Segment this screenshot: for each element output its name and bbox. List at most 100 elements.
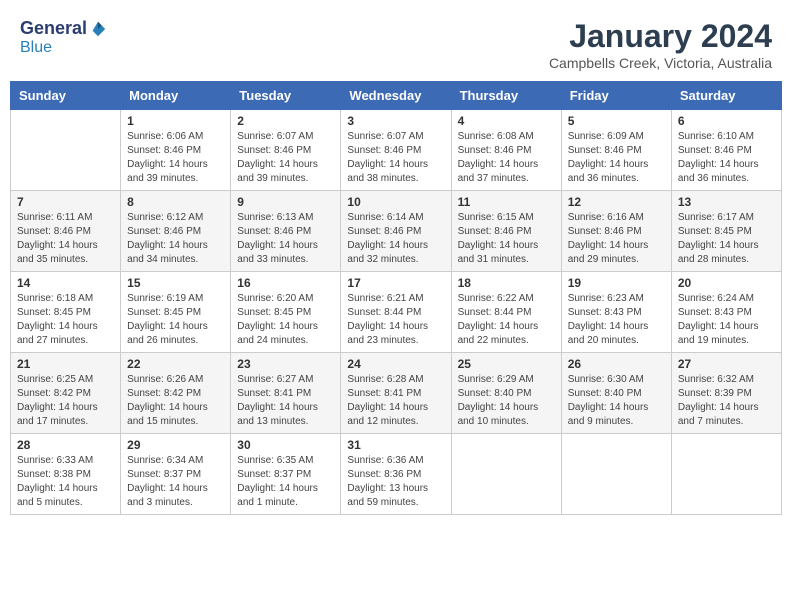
day-number: 10 <box>347 195 444 209</box>
calendar-cell: 12 Sunrise: 6:16 AM Sunset: 8:46 PM Dayli… <box>561 191 671 272</box>
weekday-header: Monday <box>121 82 231 110</box>
day-info: Sunrise: 6:22 AM Sunset: 8:44 PM Dayligh… <box>458 292 555 348</box>
day-number: 8 <box>127 195 224 209</box>
day-info: Sunrise: 6:24 AM Sunset: 8:43 PM Dayligh… <box>678 292 775 348</box>
day-info: Sunrise: 6:25 AM Sunset: 8:42 PM Dayligh… <box>17 373 114 429</box>
weekday-header: Saturday <box>671 82 781 110</box>
calendar-cell <box>671 434 781 515</box>
calendar-week-row: 1 Sunrise: 6:06 AM Sunset: 8:46 PM Daylig… <box>11 110 782 191</box>
day-info: Sunrise: 6:35 AM Sunset: 8:37 PM Dayligh… <box>237 454 334 510</box>
day-number: 3 <box>347 114 444 128</box>
day-number: 18 <box>458 276 555 290</box>
calendar-header-row: SundayMondayTuesdayWednesdayThursdayFrid… <box>11 82 782 110</box>
day-number: 1 <box>127 114 224 128</box>
day-number: 15 <box>127 276 224 290</box>
calendar-cell: 1 Sunrise: 6:06 AM Sunset: 8:46 PM Daylig… <box>121 110 231 191</box>
calendar-cell: 8Sunrise: 6:12 AM Sunset: 8:46 PM Daylig… <box>121 191 231 272</box>
day-number: 21 <box>17 357 114 371</box>
calendar-cell: 31 Sunrise: 6:36 AM Sunset: 8:36 PM Dayli… <box>341 434 451 515</box>
day-info: Sunrise: 6:33 AM Sunset: 8:38 PM Dayligh… <box>17 454 114 510</box>
day-info: Sunrise: 6:30 AM Sunset: 8:40 PM Dayligh… <box>568 373 665 429</box>
calendar-week-row: 21 Sunrise: 6:25 AM Sunset: 8:42 PM Dayli… <box>11 353 782 434</box>
calendar-week-row: 7 Sunrise: 6:11 AM Sunset: 8:46 PM Daylig… <box>11 191 782 272</box>
day-number: 12 <box>568 195 665 209</box>
calendar-cell: 3Sunrise: 6:07 AM Sunset: 8:46 PM Daylig… <box>341 110 451 191</box>
calendar-cell: 22 Sunrise: 6:26 AM Sunset: 8:42 PM Dayli… <box>121 353 231 434</box>
calendar-cell: 16Sunrise: 6:20 AM Sunset: 8:45 PM Dayli… <box>231 272 341 353</box>
day-info: Sunrise: 6:29 AM Sunset: 8:40 PM Dayligh… <box>458 373 555 429</box>
calendar-cell: 10 Sunrise: 6:14 AM Sunset: 8:46 PM Dayli… <box>341 191 451 272</box>
calendar-cell: 30 Sunrise: 6:35 AM Sunset: 8:37 PM Dayli… <box>231 434 341 515</box>
day-info: Sunrise: 6:09 AM Sunset: 8:46 PM Dayligh… <box>568 130 665 186</box>
calendar-cell: 13 Sunrise: 6:17 AM Sunset: 8:45 PM Dayli… <box>671 191 781 272</box>
day-number: 11 <box>458 195 555 209</box>
weekday-header: Tuesday <box>231 82 341 110</box>
day-info: Sunrise: 6:14 AM Sunset: 8:46 PM Dayligh… <box>347 211 444 267</box>
day-number: 24 <box>347 357 444 371</box>
day-number: 5 <box>568 114 665 128</box>
location-text: Campbells Creek, Victoria, Australia <box>549 55 772 71</box>
day-info: Sunrise: 6:26 AM Sunset: 8:42 PM Dayligh… <box>127 373 224 429</box>
day-number: 2 <box>237 114 334 128</box>
day-number: 6 <box>678 114 775 128</box>
calendar-cell: 6 Sunrise: 6:10 AM Sunset: 8:46 PM Daylig… <box>671 110 781 191</box>
day-info: Sunrise: 6:32 AM Sunset: 8:39 PM Dayligh… <box>678 373 775 429</box>
calendar-cell: 15 Sunrise: 6:19 AM Sunset: 8:45 PM Dayli… <box>121 272 231 353</box>
day-number: 13 <box>678 195 775 209</box>
day-info: Sunrise: 6:07 AM Sunset: 8:46 PM Dayligh… <box>237 130 334 186</box>
calendar-cell: 29Sunrise: 6:34 AM Sunset: 8:37 PM Dayli… <box>121 434 231 515</box>
calendar-cell: 14 Sunrise: 6:18 AM Sunset: 8:45 PM Dayli… <box>11 272 121 353</box>
calendar-cell <box>451 434 561 515</box>
day-info: Sunrise: 6:17 AM Sunset: 8:45 PM Dayligh… <box>678 211 775 267</box>
day-info: Sunrise: 6:19 AM Sunset: 8:45 PM Dayligh… <box>127 292 224 348</box>
day-info: Sunrise: 6:18 AM Sunset: 8:45 PM Dayligh… <box>17 292 114 348</box>
calendar-cell: 9Sunrise: 6:13 AM Sunset: 8:46 PM Daylig… <box>231 191 341 272</box>
calendar-cell: 25Sunrise: 6:29 AM Sunset: 8:40 PM Dayli… <box>451 353 561 434</box>
day-info: Sunrise: 6:21 AM Sunset: 8:44 PM Dayligh… <box>347 292 444 348</box>
calendar-cell <box>561 434 671 515</box>
logo-icon <box>89 20 107 38</box>
calendar-cell: 18 Sunrise: 6:22 AM Sunset: 8:44 PM Dayli… <box>451 272 561 353</box>
calendar-cell: 4Sunrise: 6:08 AM Sunset: 8:46 PM Daylig… <box>451 110 561 191</box>
day-number: 22 <box>127 357 224 371</box>
day-number: 27 <box>678 357 775 371</box>
day-info: Sunrise: 6:15 AM Sunset: 8:46 PM Dayligh… <box>458 211 555 267</box>
day-info: Sunrise: 6:11 AM Sunset: 8:46 PM Dayligh… <box>17 211 114 267</box>
calendar-week-row: 14 Sunrise: 6:18 AM Sunset: 8:45 PM Dayli… <box>11 272 782 353</box>
page-header: General Blue January 2024 Campbells Cree… <box>10 10 782 75</box>
day-info: Sunrise: 6:36 AM Sunset: 8:36 PM Dayligh… <box>347 454 444 510</box>
calendar-cell: 7 Sunrise: 6:11 AM Sunset: 8:46 PM Daylig… <box>11 191 121 272</box>
weekday-header: Thursday <box>451 82 561 110</box>
day-number: 29 <box>127 438 224 452</box>
day-info: Sunrise: 6:27 AM Sunset: 8:41 PM Dayligh… <box>237 373 334 429</box>
day-number: 14 <box>17 276 114 290</box>
day-number: 16 <box>237 276 334 290</box>
weekday-header: Wednesday <box>341 82 451 110</box>
calendar-cell: 24 Sunrise: 6:28 AM Sunset: 8:41 PM Dayli… <box>341 353 451 434</box>
calendar-table: SundayMondayTuesdayWednesdayThursdayFrid… <box>10 81 782 515</box>
logo-blue-text: Blue <box>20 39 52 56</box>
calendar-cell: 11 Sunrise: 6:15 AM Sunset: 8:46 PM Dayli… <box>451 191 561 272</box>
day-number: 17 <box>347 276 444 290</box>
month-title: January 2024 <box>549 18 772 55</box>
day-info: Sunrise: 6:28 AM Sunset: 8:41 PM Dayligh… <box>347 373 444 429</box>
day-number: 30 <box>237 438 334 452</box>
day-number: 4 <box>458 114 555 128</box>
calendar-cell: 28 Sunrise: 6:33 AM Sunset: 8:38 PM Dayli… <box>11 434 121 515</box>
calendar-cell <box>11 110 121 191</box>
calendar-cell: 27 Sunrise: 6:32 AM Sunset: 8:39 PM Dayli… <box>671 353 781 434</box>
day-number: 7 <box>17 195 114 209</box>
day-number: 28 <box>17 438 114 452</box>
day-info: Sunrise: 6:06 AM Sunset: 8:46 PM Dayligh… <box>127 130 224 186</box>
day-info: Sunrise: 6:16 AM Sunset: 8:46 PM Dayligh… <box>568 211 665 267</box>
day-number: 9 <box>237 195 334 209</box>
day-info: Sunrise: 6:23 AM Sunset: 8:43 PM Dayligh… <box>568 292 665 348</box>
calendar-cell: 2 Sunrise: 6:07 AM Sunset: 8:46 PM Daylig… <box>231 110 341 191</box>
calendar-cell: 23Sunrise: 6:27 AM Sunset: 8:41 PM Dayli… <box>231 353 341 434</box>
day-number: 19 <box>568 276 665 290</box>
title-block: January 2024 Campbells Creek, Victoria, … <box>549 18 772 71</box>
weekday-header: Friday <box>561 82 671 110</box>
day-info: Sunrise: 6:10 AM Sunset: 8:46 PM Dayligh… <box>678 130 775 186</box>
day-number: 31 <box>347 438 444 452</box>
calendar-cell: 20Sunrise: 6:24 AM Sunset: 8:43 PM Dayli… <box>671 272 781 353</box>
